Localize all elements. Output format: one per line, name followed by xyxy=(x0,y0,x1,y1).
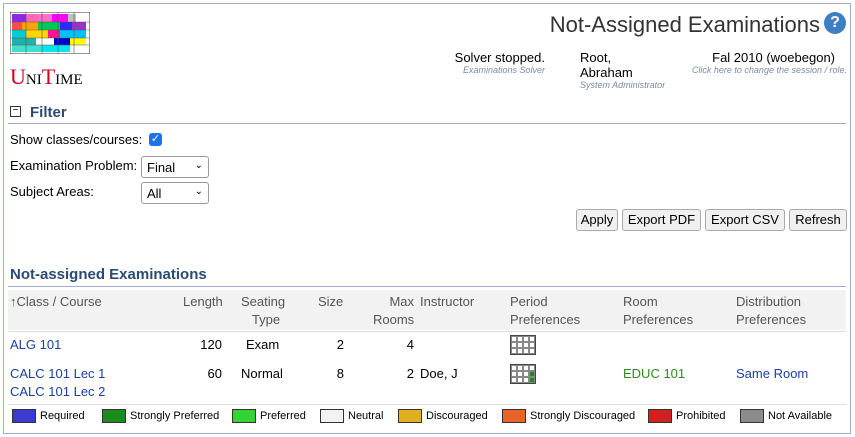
refresh-button[interactable]: Refresh xyxy=(789,209,847,231)
export-csv-button[interactable]: Export CSV xyxy=(705,209,785,231)
legend-item: Not Available xyxy=(740,409,832,423)
table-title: Not-assigned Examinations xyxy=(10,266,207,283)
export-pdf-button[interactable]: Export PDF xyxy=(622,209,701,231)
examination-problem-label: Examination Problem: xyxy=(10,158,138,173)
max-rooms-cell: 2 xyxy=(406,366,414,381)
show-classes-label: Show classes/courses: xyxy=(10,132,143,147)
filter-title: Filter xyxy=(30,104,67,121)
length-cell: 60 xyxy=(207,366,222,381)
col-seating-type[interactable]: Seating Type xyxy=(241,293,285,329)
subject-areas-label: Subject Areas: xyxy=(10,184,94,199)
help-icon[interactable]: ? xyxy=(824,12,846,34)
legend-divider xyxy=(8,404,846,405)
col-room-preferences[interactable]: Room Preferences xyxy=(623,293,693,329)
legend-item: Preferred xyxy=(232,409,306,423)
legend-item: Neutral xyxy=(320,409,383,423)
filter-divider xyxy=(8,123,846,124)
logo-wordmark: UNITIME xyxy=(10,64,83,89)
table-divider xyxy=(8,286,846,287)
filter-collapse-toggle[interactable]: − xyxy=(10,106,21,117)
neutral-swatch-icon xyxy=(320,409,344,423)
solver-status[interactable]: Solver stopped. Examinations Solver xyxy=(455,50,545,75)
col-instructor[interactable]: Instructor xyxy=(420,293,474,311)
class-link[interactable]: CALC 101 Lec 2 xyxy=(10,384,105,399)
examination-problem-select[interactable]: Final ⌄ xyxy=(141,156,209,178)
show-classes-checkbox[interactable]: ✓ xyxy=(149,133,162,146)
legend-item: Strongly Discouraged xyxy=(502,409,635,423)
logo-timetable-grid-icon xyxy=(10,12,90,54)
page-title: Not-Assigned Examinations xyxy=(549,12,820,37)
chevron-down-icon: ⌄ xyxy=(194,160,203,171)
seating-cell: Exam xyxy=(246,337,280,352)
col-size[interactable]: Size xyxy=(318,293,343,311)
chevron-down-icon: ⌄ xyxy=(194,186,203,197)
size-cell: 2 xyxy=(336,337,344,352)
user-info[interactable]: Root, Abraham System Administrator xyxy=(580,50,665,90)
legend-item: Discouraged xyxy=(398,409,488,423)
col-length[interactable]: Length xyxy=(183,293,223,311)
size-cell: 8 xyxy=(336,366,344,381)
col-max-rooms[interactable]: Max Rooms xyxy=(373,293,414,329)
session-selector[interactable]: Fal 2010 (woebegon) Click here to change… xyxy=(692,50,847,75)
not-available-swatch-icon xyxy=(740,409,764,423)
length-cell: 120 xyxy=(200,337,222,352)
prohibited-swatch-icon xyxy=(648,409,672,423)
col-class-course[interactable]: ↑Class / Course xyxy=(10,293,102,311)
required-swatch-icon xyxy=(12,409,36,423)
strongly-preferred-swatch-icon xyxy=(102,409,126,423)
strongly-discouraged-swatch-icon xyxy=(502,409,526,423)
period-preferences-grid-icon[interactable] xyxy=(510,364,536,384)
instructor-cell: Doe, J xyxy=(420,366,458,381)
row-divider xyxy=(8,331,846,332)
col-distribution-preferences[interactable]: Distribution Preferences xyxy=(736,293,806,329)
subject-areas-select[interactable]: All ⌄ xyxy=(141,182,209,204)
room-preference-cell: EDUC 101 xyxy=(623,366,686,381)
col-period-preferences[interactable]: Period Preferences xyxy=(510,293,580,329)
period-preferences-grid-icon[interactable] xyxy=(510,335,536,355)
legend-item: Prohibited xyxy=(648,409,726,423)
distribution-preference-link[interactable]: Same Room xyxy=(736,366,808,381)
class-link[interactable]: CALC 101 Lec 1 xyxy=(10,366,105,381)
apply-button[interactable]: Apply xyxy=(576,209,618,231)
class-link[interactable]: ALG 101 xyxy=(10,337,61,352)
legend-item: Strongly Preferred xyxy=(102,409,219,423)
preferred-swatch-icon xyxy=(232,409,256,423)
max-rooms-cell: 4 xyxy=(406,337,414,352)
legend-item: Required xyxy=(12,409,85,423)
discouraged-swatch-icon xyxy=(398,409,422,423)
seating-cell: Normal xyxy=(241,366,283,381)
